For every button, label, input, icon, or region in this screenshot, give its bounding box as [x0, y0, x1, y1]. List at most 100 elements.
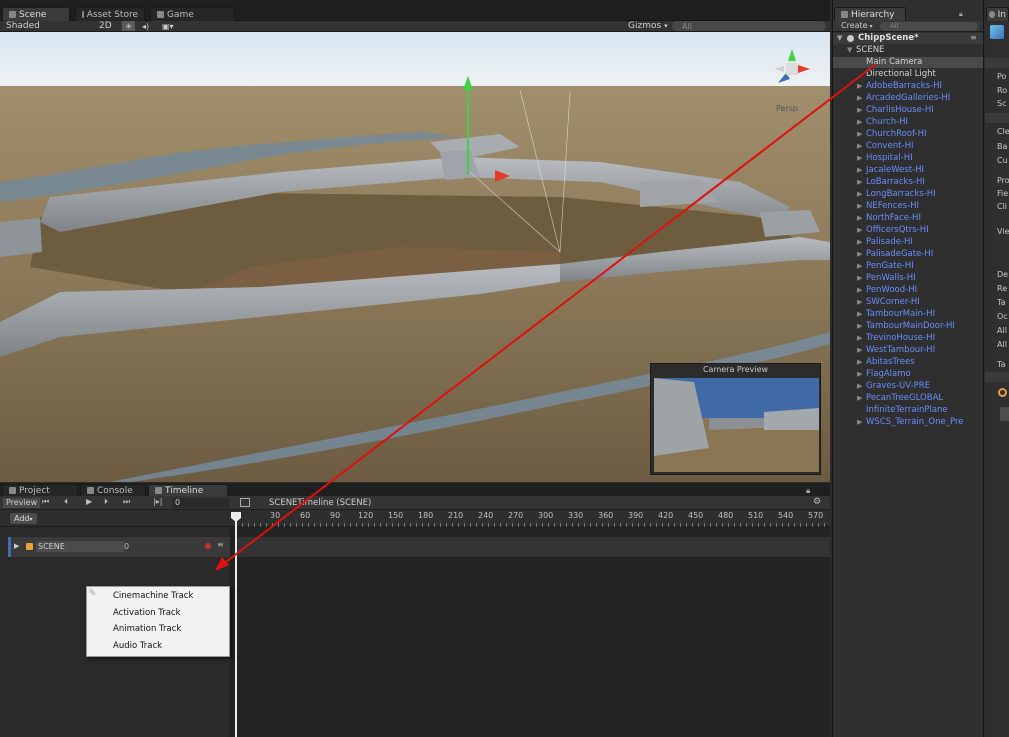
expand-icon[interactable]: ▶ [857, 346, 862, 354]
create-dropdown[interactable]: Create ▾ [841, 21, 873, 30]
expand-icon[interactable]: ▶ [857, 238, 862, 246]
scene-view[interactable]: Persp Camera Preview [0, 32, 830, 482]
play-range-icon[interactable]: |▸| [153, 497, 162, 506]
expand-icon[interactable]: ▶ [857, 262, 862, 270]
persp-label[interactable]: Persp [776, 104, 798, 113]
play-icon[interactable]: ▶ [86, 497, 92, 506]
expand-icon[interactable]: ▶ [857, 322, 862, 330]
hierarchy-item[interactable]: WSCS_Terrain_One_Pre [866, 417, 963, 427]
go-to-start-icon[interactable]: ⏮ [42, 497, 49, 507]
tab-timeline[interactable]: Timeline [148, 484, 228, 496]
hierarchy-item[interactable]: SWCorner-HI [866, 297, 920, 307]
add-track-button[interactable]: Add▾ [10, 513, 37, 524]
scene-header-row[interactable]: ▼ ChippScene* ≡ [833, 33, 983, 44]
hierarchy-item[interactable]: Convent-HI [866, 141, 913, 151]
menu-item-cinemachine-track[interactable]: Cinemachine Track [113, 591, 193, 601]
hierarchy-search-input[interactable]: All [880, 22, 978, 31]
shading-dropdown[interactable]: Shaded [6, 20, 40, 32]
expand-icon[interactable]: ▶ [857, 358, 862, 366]
tab-asset-store[interactable]: Asset Store [75, 7, 145, 21]
hierarchy-item[interactable]: LongBarracks-HI [866, 189, 936, 199]
expand-icon[interactable]: ▶ [857, 142, 862, 150]
expand-icon[interactable]: ▶ [857, 190, 862, 198]
expand-icon[interactable]: ▶ [857, 418, 862, 426]
expand-icon[interactable]: ▶ [857, 298, 862, 306]
hierarchy-item[interactable]: Graves-UV-PRE [866, 381, 930, 391]
tab-console[interactable]: Console [80, 484, 146, 496]
expand-icon[interactable]: ▶ [857, 286, 862, 294]
hierarchy-item[interactable]: Main Camera [866, 57, 922, 67]
frame-field[interactable]: 0 [172, 498, 230, 508]
hierarchy-item[interactable]: NorthFace-HI [866, 213, 921, 223]
expand-icon[interactable]: ▶ [857, 274, 862, 282]
gizmos-dropdown[interactable]: Gizmos ▾ [628, 20, 668, 32]
hierarchy-item[interactable]: ChurchRoof-HI [866, 129, 927, 139]
scene-search-input[interactable]: All [672, 21, 826, 31]
hierarchy-item[interactable]: AdobeBarracks-HI [866, 81, 942, 91]
hierarchy-item[interactable]: Hospital-HI [866, 153, 913, 163]
hierarchy-item[interactable]: LoBarracks-HI [866, 177, 925, 187]
orientation-gizmo-icon[interactable] [770, 47, 814, 91]
track-area[interactable] [230, 527, 830, 737]
expand-icon[interactable]: ▼ [847, 46, 852, 54]
hierarchy-item[interactable]: PecanTreeGLOBAL [866, 393, 943, 403]
add-component-button[interactable] [1000, 407, 1009, 421]
hierarchy-item[interactable]: TrevinoHouse-HI [866, 333, 935, 343]
expand-icon[interactable]: ▶ [857, 202, 862, 210]
preview-button[interactable]: Preview [3, 498, 41, 508]
hierarchy-item[interactable]: OfficersQtrs-HI [866, 225, 929, 235]
tab-game[interactable]: Game [150, 7, 235, 21]
expand-icon[interactable]: ▶ [857, 118, 862, 126]
go-to-end-icon[interactable]: ⏭ [123, 497, 130, 507]
expand-icon[interactable]: ▶ [857, 394, 862, 402]
hierarchy-item[interactable]: FlagAlamo [866, 369, 911, 379]
scene-menu-icon[interactable]: ≡ [970, 33, 977, 42]
hierarchy-item[interactable]: NEFences-HI [866, 201, 919, 211]
lock-icon[interactable]: 🔒︎ [806, 486, 810, 496]
menu-item-animation-track[interactable]: Animation Track [113, 624, 181, 634]
hierarchy-item[interactable]: ArcadedGalleries-HI [866, 93, 950, 103]
hierarchy-item[interactable]: CharlisHouse-HI [866, 105, 934, 115]
track-row[interactable]: ▶ SCENE 0 ≡ [8, 537, 230, 557]
hierarchy-root-scene[interactable]: SCENE [856, 45, 884, 55]
expand-icon[interactable]: ▶ [857, 310, 862, 318]
hierarchy-item[interactable]: PenWalls-HI [866, 273, 916, 283]
expand-icon[interactable]: ▶ [857, 154, 862, 162]
effects-toggle-icon[interactable]: ▣▾ [162, 20, 174, 32]
menu-item-audio-track[interactable]: Audio Track [113, 641, 162, 651]
track-clip-lane[interactable] [236, 537, 830, 557]
hierarchy-item[interactable]: TambourMain-HI [866, 309, 935, 319]
hierarchy-item[interactable]: PenGate-HI [866, 261, 914, 271]
lock-icon[interactable]: 🔒︎ [959, 10, 963, 19]
expand-icon[interactable]: ▶ [857, 94, 862, 102]
scene-expand-icon[interactable]: ▼ [837, 34, 842, 42]
hierarchy-item[interactable]: Church-HI [866, 117, 908, 127]
audio-toggle-icon[interactable]: ◂) [142, 20, 149, 32]
expand-icon[interactable]: ▶ [857, 82, 862, 90]
previous-frame-icon[interactable]: ⏴ [64, 497, 68, 507]
expand-icon[interactable]: ▶ [857, 178, 862, 186]
component-header-transform[interactable] [985, 58, 1009, 68]
lighting-toggle-icon[interactable]: ☀ [122, 21, 135, 31]
track-menu-icon[interactable]: ≡ [217, 540, 224, 549]
next-frame-icon[interactable]: ⏵ [104, 497, 108, 507]
tab-scene[interactable]: Scene [2, 7, 70, 21]
component-header-audio[interactable] [985, 372, 1009, 382]
menu-item-activation-track[interactable]: Activation Track [113, 608, 181, 618]
tab-hierarchy[interactable]: Hierarchy [834, 7, 906, 21]
hierarchy-item[interactable]: JacaleWest-HI [866, 165, 924, 175]
expand-icon[interactable]: ▶ [857, 214, 862, 222]
hierarchy-item[interactable]: WestTambour-HI [866, 345, 935, 355]
track-toggle-icon[interactable]: ▶ [14, 542, 19, 550]
expand-icon[interactable]: ▶ [857, 226, 862, 234]
expand-icon[interactable]: ▶ [857, 250, 862, 258]
tab-inspector[interactable]: In [986, 7, 1009, 21]
hierarchy-item[interactable]: AbitasTrees [866, 357, 915, 367]
expand-icon[interactable]: ▶ [857, 382, 862, 390]
hierarchy-item[interactable]: PenWood-HI [866, 285, 917, 295]
hierarchy-item[interactable]: Directional Light [866, 69, 936, 79]
playhead[interactable] [235, 513, 237, 737]
gear-icon[interactable]: ⚙ [813, 497, 821, 507]
2d-toggle[interactable]: 2D [99, 20, 112, 32]
track-binding-field[interactable]: SCENE [36, 541, 124, 552]
